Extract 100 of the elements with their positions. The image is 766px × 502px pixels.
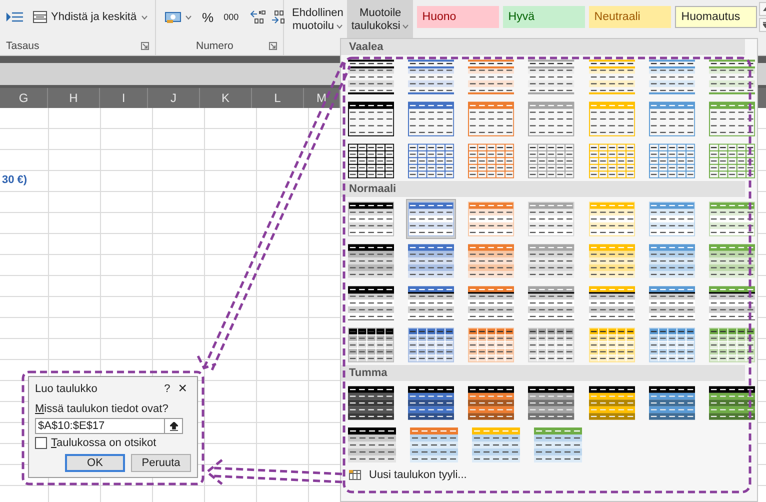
table-style-swatch[interactable] xyxy=(406,57,456,97)
table-style-swatch[interactable] xyxy=(466,57,516,97)
table-style-swatch[interactable] xyxy=(526,325,577,365)
cell-style-button[interactable]: Huomautus xyxy=(675,6,758,28)
table-style-swatch[interactable] xyxy=(408,425,460,465)
table-style-swatch[interactable] xyxy=(526,99,577,139)
table-style-swatch[interactable] xyxy=(526,141,577,181)
default-button[interactable]: OK xyxy=(65,454,125,472)
checkbox[interactable] xyxy=(35,437,47,449)
caret-icon xyxy=(402,24,410,29)
section-header: Tumma xyxy=(341,365,745,381)
table-style-swatch[interactable] xyxy=(466,325,516,365)
table-style-swatch[interactable] xyxy=(346,383,396,423)
column-header[interactable]: K xyxy=(200,88,252,108)
table-style-swatch[interactable] xyxy=(706,99,757,139)
cell-style-button[interactable]: Huono xyxy=(417,6,500,28)
table-style-swatch[interactable] xyxy=(346,199,396,239)
table-style-swatch[interactable] xyxy=(346,283,396,323)
dialog-title: Luo taulukko xyxy=(35,383,98,395)
table-style-swatch[interactable] xyxy=(346,425,398,465)
table-style-swatch[interactable] xyxy=(706,283,757,323)
table-style-swatch[interactable] xyxy=(406,141,456,181)
checkbox-label: Taulukossa on otsikot xyxy=(51,437,156,449)
table-style-swatch[interactable] xyxy=(586,199,637,239)
section-header: Vaalea xyxy=(341,39,745,55)
table-style-swatch[interactable] xyxy=(532,425,584,465)
table-style-swatch[interactable] xyxy=(706,241,757,281)
dialog-button[interactable]: Peruuta xyxy=(131,454,191,472)
collapse-dialog-button[interactable] xyxy=(165,418,183,434)
table-style-swatch[interactable] xyxy=(526,241,577,281)
table-style-swatch[interactable] xyxy=(526,383,577,423)
table-style-swatch[interactable] xyxy=(406,99,456,139)
column-header[interactable]: G xyxy=(0,88,48,108)
table-style-swatch[interactable] xyxy=(466,383,516,423)
table-style-swatch[interactable] xyxy=(346,141,396,181)
table-style-swatch[interactable] xyxy=(646,57,697,97)
increase-decimal-icon[interactable] xyxy=(250,10,266,24)
table-style-swatch[interactable] xyxy=(586,57,637,97)
dialog-launcher-icon xyxy=(269,42,277,50)
table-style-swatch[interactable] xyxy=(406,283,456,323)
table-style-swatch[interactable] xyxy=(346,57,396,97)
table-style-swatch[interactable] xyxy=(346,99,396,139)
percent-button[interactable]: % xyxy=(199,8,217,26)
caret-icon xyxy=(185,14,192,20)
table-style-swatch[interactable] xyxy=(466,241,516,281)
table-style-swatch[interactable] xyxy=(406,325,456,365)
table-style-swatch[interactable] xyxy=(466,99,516,139)
decrease-decimal-icon[interactable] xyxy=(270,10,286,24)
table-style-swatch[interactable] xyxy=(586,283,637,323)
table-style-swatch[interactable] xyxy=(646,325,697,365)
table-style-swatch[interactable] xyxy=(646,199,697,239)
merge-cells-icon xyxy=(33,11,47,23)
table-style-swatch[interactable] xyxy=(586,141,637,181)
table-style-swatch[interactable] xyxy=(706,57,757,97)
table-style-swatch[interactable] xyxy=(470,425,522,465)
command-button[interactable]: Ehdollinen muotoilu xyxy=(288,0,348,40)
dialog-launcher-icon xyxy=(141,42,149,50)
table-style-swatch[interactable] xyxy=(706,383,757,423)
column-header[interactable]: J xyxy=(148,88,200,108)
table-style-swatch[interactable] xyxy=(706,141,757,181)
table-style-swatch[interactable] xyxy=(586,383,637,423)
help-button[interactable]: ? xyxy=(160,383,174,395)
table-style-swatch[interactable] xyxy=(406,383,456,423)
pressed-command-button[interactable]: Muotoile taulukoksi xyxy=(347,0,414,40)
table-style-swatch[interactable] xyxy=(706,199,757,239)
arrow-up-icon xyxy=(170,422,178,430)
table-style-swatch[interactable] xyxy=(466,199,516,239)
table-style-swatch[interactable] xyxy=(406,241,456,281)
table-style-swatch[interactable] xyxy=(466,283,516,323)
table-style-swatch[interactable] xyxy=(586,99,637,139)
close-button[interactable]: × xyxy=(174,382,191,396)
table-style-swatch[interactable] xyxy=(346,241,396,281)
table-style-swatch[interactable] xyxy=(646,99,697,139)
column-header[interactable]: H xyxy=(48,88,100,108)
merge-center-button[interactable]: Yhdistä ja keskitä xyxy=(30,9,151,25)
table-style-swatch[interactable] xyxy=(646,141,697,181)
caret-icon xyxy=(336,24,343,29)
table-style-swatch[interactable] xyxy=(526,57,577,97)
thousands-button[interactable]: 000 xyxy=(220,10,242,24)
table-style-swatch[interactable] xyxy=(526,199,577,239)
column-header[interactable]: L xyxy=(252,88,304,108)
cell-style-button[interactable]: Neutraali xyxy=(589,6,672,28)
table-style-swatch[interactable] xyxy=(586,325,637,365)
table-style-swatch[interactable] xyxy=(466,141,516,181)
table-style-swatch[interactable] xyxy=(646,241,697,281)
banknote-icon xyxy=(165,11,181,23)
new-table-style-item[interactable]: Uusi taulukon tyyli... xyxy=(369,469,467,481)
table-style-swatch[interactable] xyxy=(706,325,757,365)
table-style-swatch[interactable] xyxy=(406,199,456,239)
table-style-swatch[interactable] xyxy=(586,241,637,281)
group-label: Tasaus xyxy=(6,40,40,52)
column-header[interactable]: I xyxy=(100,88,148,108)
table-style-swatch[interactable] xyxy=(646,383,697,423)
range-input-field[interactable]: $A$10:$E$17 xyxy=(35,418,165,434)
section-header: Normaali xyxy=(341,181,745,197)
table-style-swatch[interactable] xyxy=(646,283,697,323)
table-style-swatch[interactable] xyxy=(346,325,396,365)
table-style-swatch[interactable] xyxy=(526,283,577,323)
cell-style-button[interactable]: Hyvä xyxy=(503,6,586,28)
indent-icon[interactable] xyxy=(6,10,24,24)
